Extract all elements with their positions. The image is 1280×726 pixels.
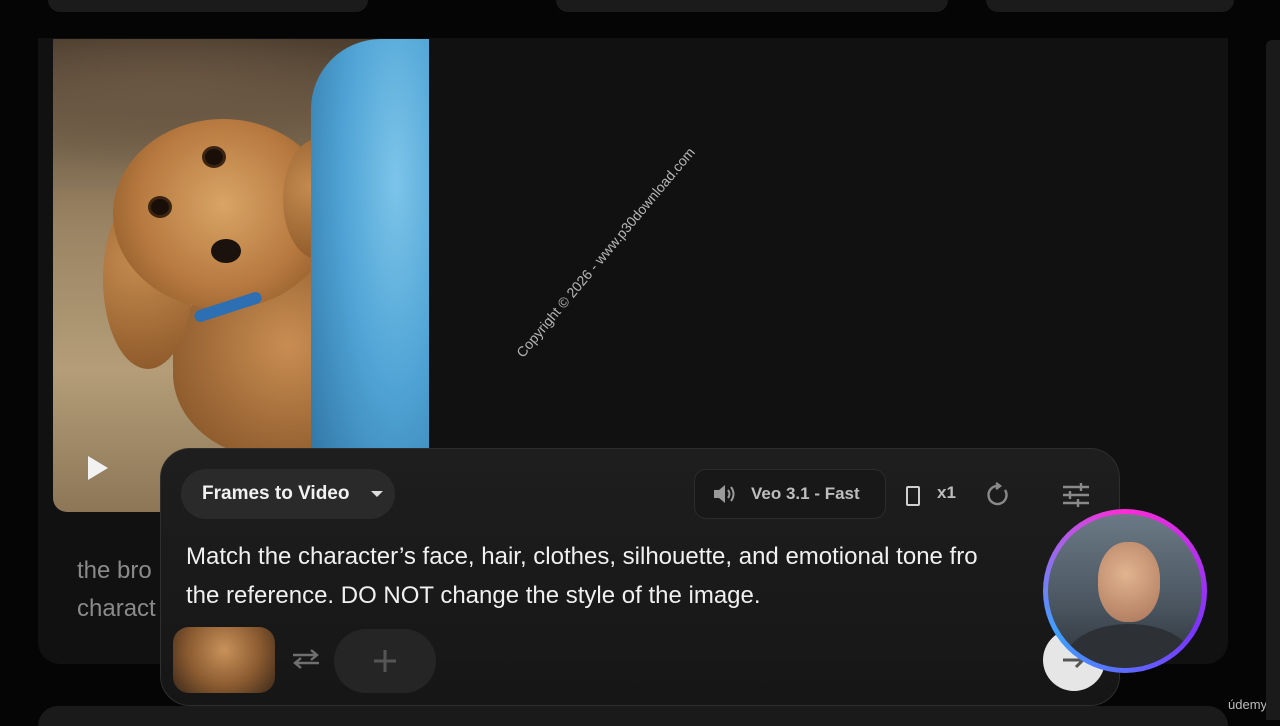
- dog-nose: [211, 239, 241, 263]
- sliders-icon[interactable]: [1061, 481, 1091, 509]
- plus-icon: [374, 650, 396, 672]
- add-end-frame-button[interactable]: [334, 629, 436, 693]
- prompt-line-2: the reference. DO NOT change the style o…: [186, 582, 761, 609]
- refresh-icon[interactable]: [985, 482, 1011, 508]
- top-tab-center[interactable]: [556, 0, 948, 12]
- card-caption: the bro charact: [77, 552, 167, 628]
- mode-label: Frames to Video: [202, 483, 350, 504]
- video-thumbnail[interactable]: [53, 39, 429, 512]
- dog-eye-right: [205, 149, 223, 165]
- dog-eye-left: [151, 199, 169, 215]
- presenter-head: [1098, 542, 1160, 622]
- speaker-icon: [714, 485, 735, 503]
- output-count[interactable]: x1: [937, 483, 956, 503]
- presenter-webcam: [1043, 509, 1207, 673]
- play-icon[interactable]: [88, 456, 108, 480]
- right-edge-panel: [1266, 40, 1280, 720]
- prompt-line-1: Match the character’s face, hair, clothe…: [186, 543, 978, 570]
- portrait-aspect-icon[interactable]: [906, 486, 920, 506]
- caption-line-2: charact: [77, 595, 156, 622]
- blue-furry-character: [311, 39, 429, 512]
- model-selector[interactable]: Veo 3.1 - Fast: [694, 469, 886, 519]
- swap-arrows-icon[interactable]: [289, 647, 323, 671]
- mode-dropdown[interactable]: Frames to Video: [181, 469, 395, 519]
- webcam-video: [1048, 514, 1202, 668]
- model-label: Veo 3.1 - Fast: [751, 484, 860, 503]
- prompt-panel: Frames to Video Veo 3.1 - Fast x1 Match …: [160, 448, 1120, 706]
- prompt-input[interactable]: Match the character’s face, hair, clothe…: [186, 537, 1066, 615]
- next-card: [38, 706, 1228, 726]
- brand-logo: údemy: [1228, 697, 1268, 712]
- chevron-down-icon: [371, 491, 384, 497]
- top-tab-right[interactable]: [986, 0, 1234, 12]
- caption-line-1: the bro: [77, 557, 152, 584]
- presenter-body: [1066, 624, 1192, 668]
- top-tab-left[interactable]: [48, 0, 368, 12]
- start-frame-thumbnail[interactable]: [173, 627, 275, 693]
